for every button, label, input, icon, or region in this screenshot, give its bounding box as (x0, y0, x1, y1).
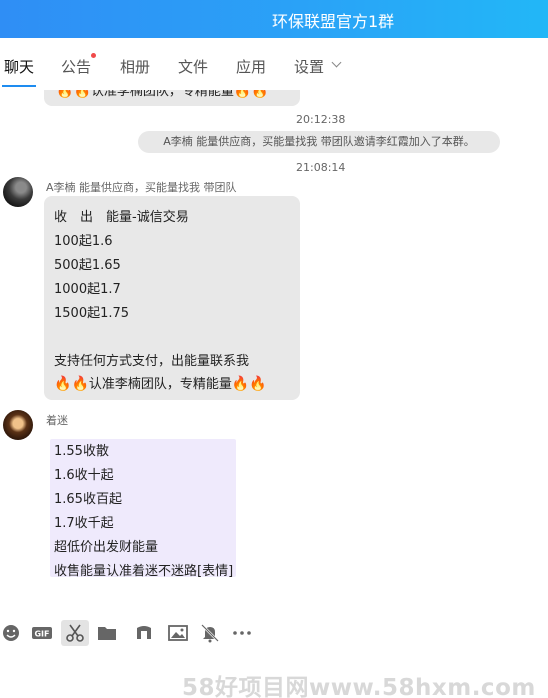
fire-icon: 🔥 (56, 90, 74, 99)
image-icon[interactable] (167, 622, 189, 644)
scissors-icon[interactable] (61, 620, 89, 646)
window-title: 环保联盟官方1群 (272, 12, 395, 31)
window-titlebar: 环保联盟官方1群 (0, 0, 548, 38)
tab-chat[interactable]: 聊天 (4, 56, 34, 77)
fire-icon: 🔥 (71, 376, 89, 392)
message-line: 1.6收十起 (54, 468, 114, 483)
message-line: 支持任何方式支付，出能量联系我 (54, 354, 250, 369)
fire-icon: 🔥 (231, 376, 250, 392)
timestamp: 20:12:38 (296, 113, 346, 126)
fire-icon: 🔥 (233, 90, 252, 99)
message-bubble: 收 出 能量-诚信交易 100起1.6 500起1.65 1000起1.7 15… (44, 196, 300, 400)
chat-area[interactable]: 🔥🔥认准李楠团队，专精能量🔥🔥 20:12:38 A李楠 能量供应商，买能量找我… (0, 90, 548, 610)
fire-icon: 🔥 (73, 90, 91, 99)
message-line: 1000起1.7 (54, 282, 121, 297)
folder-icon[interactable] (96, 622, 118, 644)
tab-files[interactable]: 文件 (178, 56, 208, 77)
tab-bar: 聊天 公告 相册 文件 应用 设置 (0, 38, 548, 90)
message-line: 收售能量认准着迷不迷路[表情] (54, 564, 234, 579)
notification-dot (91, 53, 96, 58)
timestamp: 21:08:14 (296, 161, 346, 174)
gif-label: GIF (34, 630, 49, 639)
message-line: 1.55收散 (54, 444, 109, 459)
message-line: 收 出 能量-诚信交易 (54, 210, 189, 225)
sender-name[interactable]: 着迷 (46, 412, 68, 428)
message-line: 1.65收百起 (54, 492, 122, 507)
message-line: 认准李楠团队，专精能量 (88, 377, 232, 392)
message-line: 1.7收千起 (54, 516, 114, 531)
sender-name[interactable]: A李楠 能量供应商，买能量找我 带团队 (46, 179, 237, 195)
gif-icon[interactable]: GIF (31, 622, 53, 644)
more-icon[interactable] (231, 622, 253, 644)
message-bubble: 1.55收散 1.6收十起 1.65收百起 1.7收千起 超低价出发财能量 收售… (50, 439, 236, 579)
bell-off-icon[interactable] (199, 622, 221, 644)
watermark-text: 58好项目网www.58hxm.com (182, 675, 536, 698)
tab-announcements[interactable]: 公告 (61, 56, 91, 77)
tab-settings[interactable]: 设置 (294, 56, 324, 77)
fire-icon: 🔥 (251, 90, 269, 99)
music-icon[interactable] (133, 622, 155, 644)
active-tab-indicator (2, 85, 36, 87)
avatar[interactable] (3, 177, 33, 207)
message-line: 100起1.6 (54, 234, 113, 249)
system-notice: A李楠 能量供应商，买能量找我 带团队邀请李红霞加入了本群。 (138, 131, 500, 153)
message-line: 1500起1.75 (54, 306, 130, 321)
message-bubble-partial: 🔥🔥认准李楠团队，专精能量🔥🔥 (44, 90, 300, 106)
tab-apps[interactable]: 应用 (236, 56, 266, 77)
fire-icon: 🔥 (54, 376, 72, 392)
emoji-icon[interactable] (0, 622, 22, 644)
message-line: 500起1.65 (54, 258, 121, 273)
tab-album[interactable]: 相册 (120, 56, 150, 77)
message-line: 超低价出发财能量 (54, 540, 159, 555)
message-text: 认准李楠团队，专精能量 (90, 90, 234, 99)
input-toolbar: GIF (0, 618, 548, 648)
fire-icon: 🔥 (249, 376, 267, 392)
avatar[interactable] (3, 410, 33, 440)
